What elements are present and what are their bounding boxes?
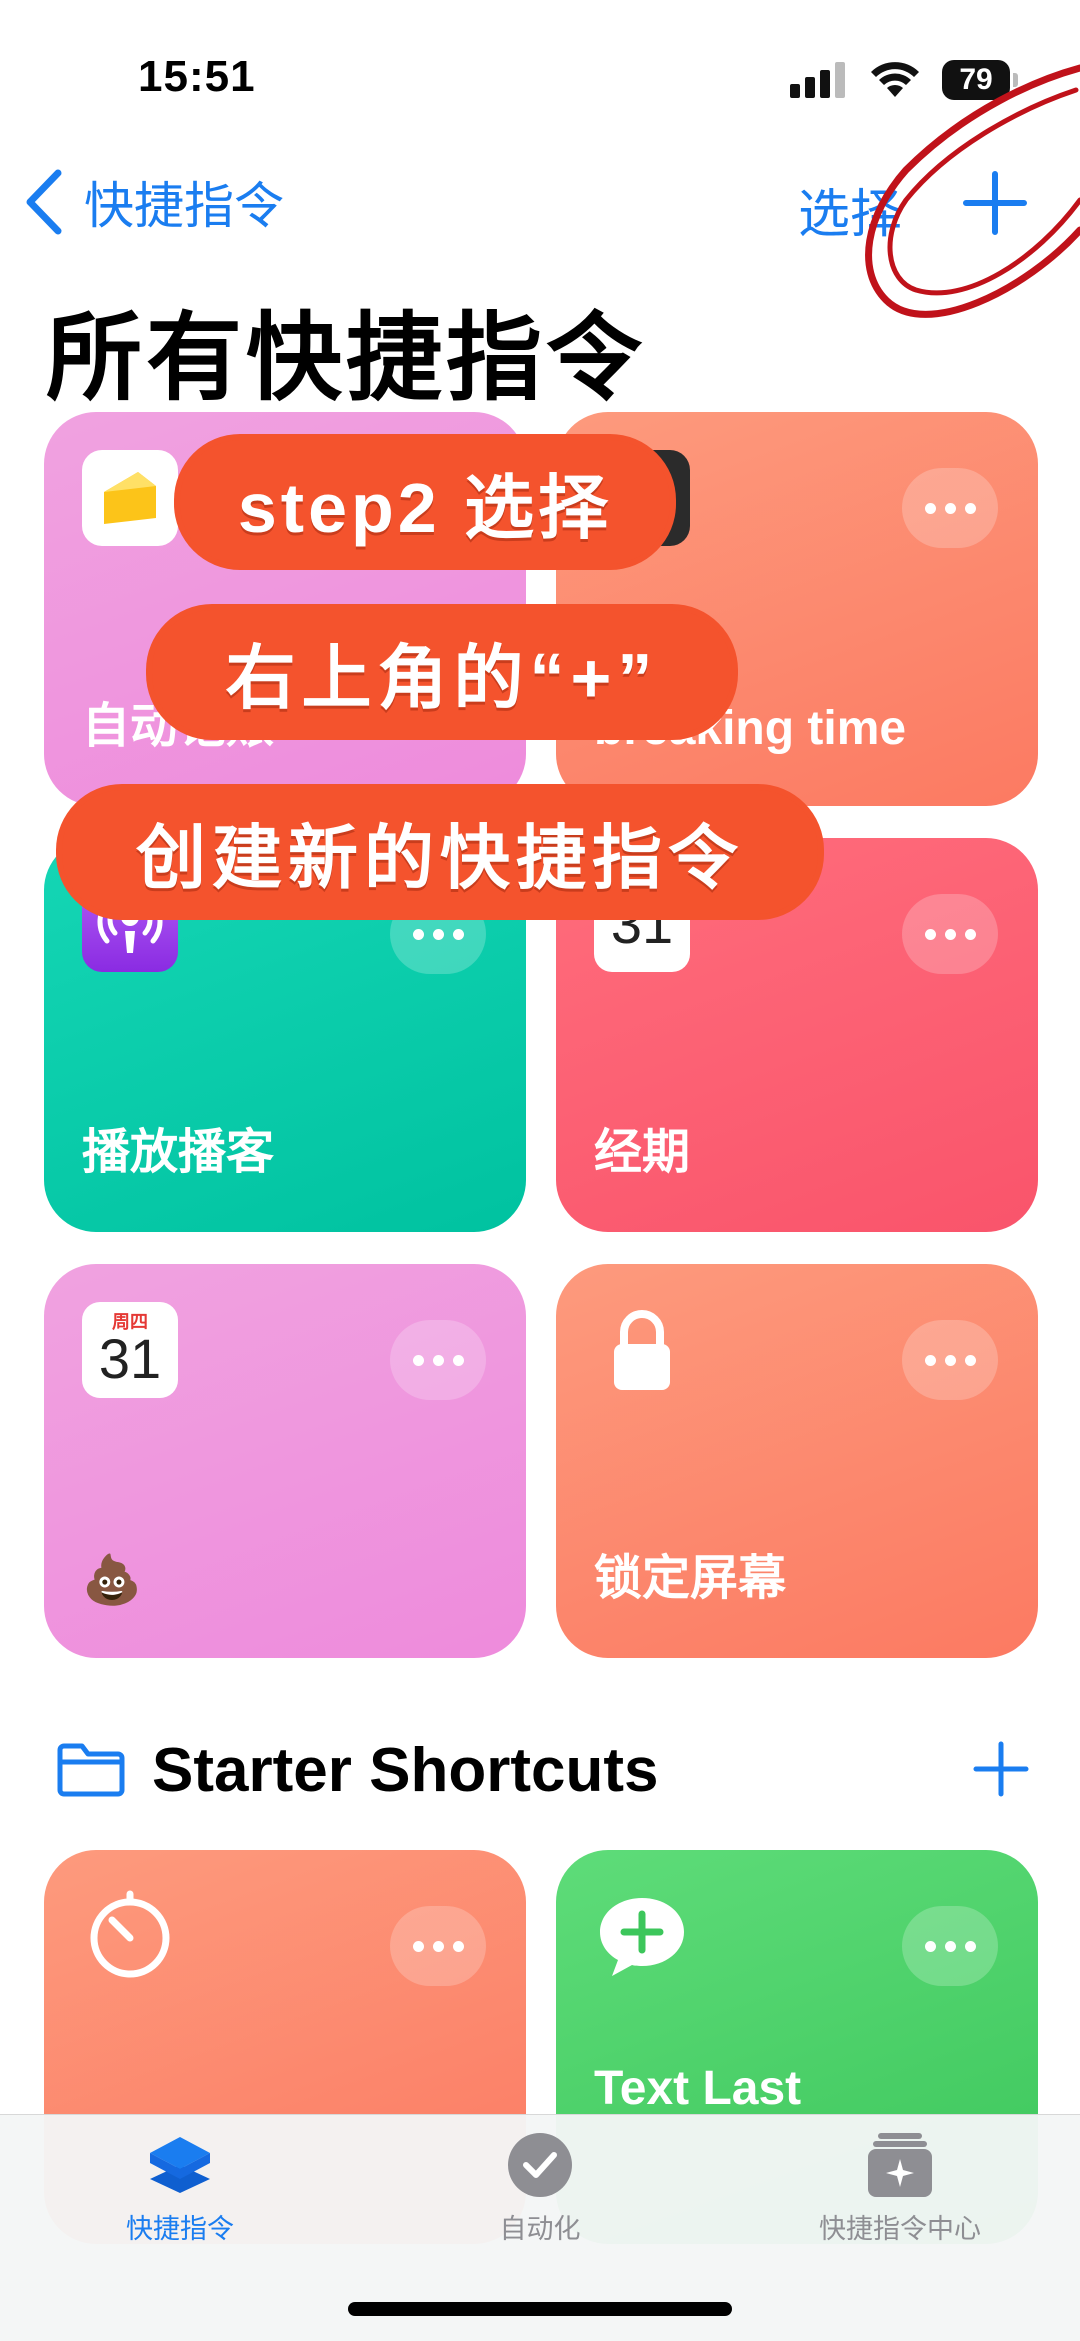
lock-icon (614, 1310, 670, 1390)
more-button[interactable] (902, 1320, 998, 1400)
timer-icon (90, 1890, 170, 1978)
section-title: Starter Shortcuts (152, 1735, 659, 1805)
status-time: 15:51 (138, 52, 256, 101)
shortcut-tile-lock-screen[interactable]: 锁定屏幕 (556, 1264, 1038, 1658)
more-button[interactable] (902, 468, 998, 548)
home-indicator (348, 2302, 732, 2316)
overlay-caption-plus: 右上角的“+” (152, 610, 732, 734)
more-button[interactable] (902, 894, 998, 974)
section-header: Starter Shortcuts (56, 1730, 658, 1810)
tile-label: 💩 (82, 1554, 142, 1607)
tile-label: Text Last (594, 2062, 802, 2115)
calendar-day: 31 (98, 1327, 162, 1390)
overlay-caption-step: step2 选择 (180, 440, 670, 564)
add-starter-plus-icon[interactable] (970, 1738, 1032, 1800)
tile-label: 锁定屏幕 (594, 1552, 787, 1605)
back-button[interactable]: 快捷指令 (22, 162, 284, 242)
folder-icon (57, 1743, 125, 1797)
tab-label: 快捷指令中心 (819, 2214, 981, 2244)
clock-check-icon (508, 2133, 572, 2197)
cheese-icon (104, 472, 156, 524)
tab-label: 快捷指令 (126, 2214, 234, 2244)
layers-icon (150, 2137, 210, 2193)
chevron-left-icon (26, 169, 62, 235)
overlay-caption-create: 创建新的快捷指令 (62, 790, 818, 914)
more-button[interactable] (390, 1320, 486, 1400)
cheese-app-icon (82, 450, 178, 546)
gallery-sparkle-icon (868, 2133, 932, 2197)
tab-shortcuts[interactable]: 快捷指令 (30, 2129, 330, 2246)
tab-label: 自动化 (499, 2214, 581, 2244)
tab-gallery[interactable]: 快捷指令中心 (750, 2129, 1050, 2246)
more-button[interactable] (902, 1906, 998, 1986)
page-title: 所有快捷指令 (46, 305, 646, 412)
message-plus-icon (600, 1898, 684, 1976)
tile-label: 播放播客 (82, 1126, 275, 1179)
tile-label: 经期 (594, 1126, 691, 1179)
back-label: 快捷指令 (84, 178, 284, 234)
shortcut-tile-poop[interactable]: 周四 31 💩 (44, 1264, 526, 1658)
tab-automation[interactable]: 自动化 (390, 2129, 690, 2246)
cellular-signal-icon (790, 62, 845, 98)
calendar-icon: 周四 31 (82, 1302, 178, 1398)
annotation-circle-icon (865, 64, 1080, 318)
more-button[interactable] (390, 1906, 486, 1986)
